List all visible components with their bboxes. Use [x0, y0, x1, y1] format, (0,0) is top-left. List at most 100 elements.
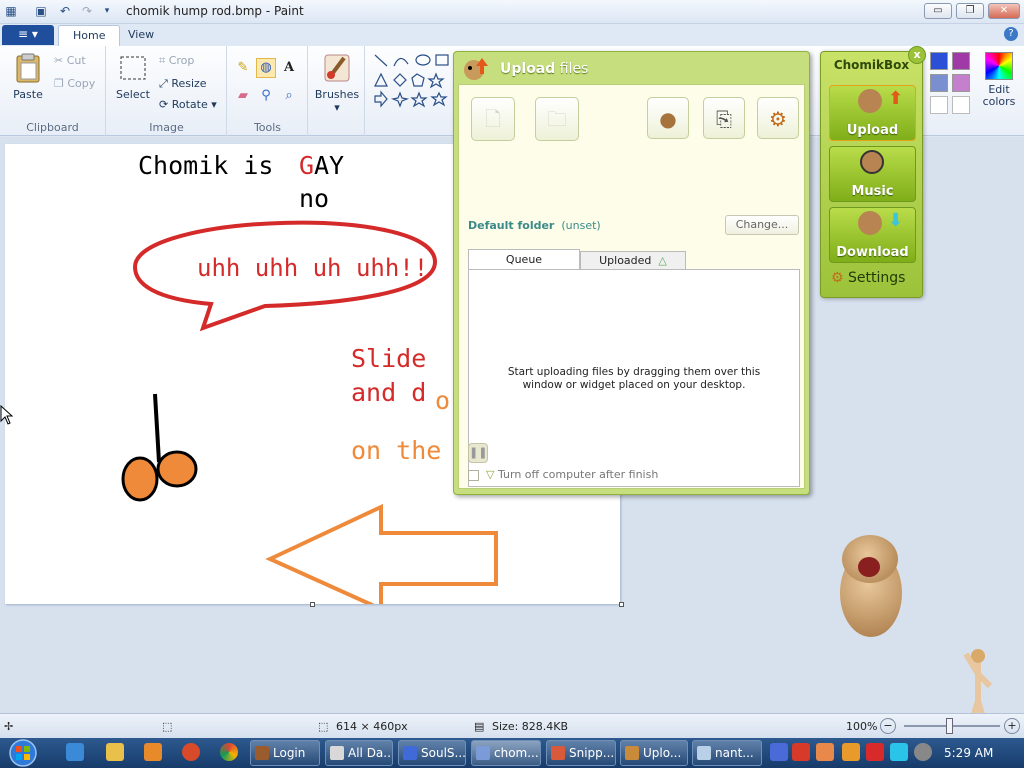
paste-label: Paste	[13, 88, 43, 101]
pause-icon: ❚❚	[469, 446, 488, 459]
help-icon[interactable]: ?	[1004, 27, 1018, 41]
notepad-icon	[697, 746, 711, 760]
app-icon[interactable]	[182, 743, 200, 761]
palette-color-3[interactable]	[930, 74, 948, 92]
crop-button[interactable]: ⌗ Crop	[159, 54, 194, 68]
window-title: chomik hump rod.bmp - Paint	[126, 4, 304, 18]
hamster-desktop-widget[interactable]	[832, 535, 908, 639]
paint-app-icon[interactable]: ▦	[2, 3, 20, 20]
explorer-icon[interactable]	[106, 743, 124, 761]
resize-button[interactable]: ⤢ Resize	[159, 77, 207, 91]
rotate-button[interactable]: ⟳ Rotate ▾	[159, 98, 217, 111]
resize-handle-corner[interactable]	[619, 602, 624, 607]
uploaded-triangle-icon: △	[658, 254, 667, 267]
tray-flag-icon[interactable]	[866, 743, 884, 761]
file-size-icon: ▤	[474, 720, 485, 733]
taskbar-login-label: Login	[273, 746, 306, 760]
color-picker-icon[interactable]: ⚲	[256, 86, 276, 106]
tray-icon-2[interactable]	[792, 743, 810, 761]
chomikbox-panel: x ChomikBox ⬆ Upload Music ⬇ Download ⚙ …	[820, 46, 926, 298]
taskbar-soulseek[interactable]: SoulS...	[398, 740, 466, 766]
upload-hamster-icon	[464, 58, 488, 80]
tray-icon-1[interactable]	[770, 743, 788, 761]
restore-button[interactable]: ❐	[956, 3, 984, 19]
stick-line	[153, 393, 161, 463]
customize-quick-access-icon[interactable]: ▾	[98, 3, 116, 20]
tab-queue[interactable]: Queue	[468, 249, 580, 270]
palette-color-6[interactable]	[952, 96, 970, 114]
tray-icon-4[interactable]	[842, 743, 860, 761]
resize-handle-bottom[interactable]	[310, 602, 315, 607]
ie-icon[interactable]	[66, 743, 84, 761]
magnifier-icon[interactable]: ⌕	[279, 86, 299, 106]
title-bar: ▦ ▣ ↶ ↷ ▾ chomik hump rod.bmp - Paint ▭ …	[0, 0, 1024, 24]
taskbar-snipping-label: Snipp...	[569, 746, 615, 760]
paste-file-button[interactable]: ⎘	[703, 97, 745, 139]
chrome-icon[interactable]	[220, 743, 238, 761]
upload-settings-button[interactable]: ⚙	[757, 97, 799, 139]
cut-button[interactable]: ✂ Cut	[54, 54, 86, 67]
add-folder-button[interactable]: 🗀	[535, 97, 579, 141]
undo-icon[interactable]: ↶	[56, 3, 74, 20]
pencil-icon[interactable]: ✎	[233, 58, 253, 78]
tools-group-label: Tools	[253, 121, 282, 134]
chomikbox-music-button[interactable]: Music	[829, 146, 916, 202]
media-player-icon[interactable]	[144, 743, 162, 761]
tab-uploaded-label: Uploaded	[599, 254, 652, 267]
tab-view[interactable]: View	[114, 25, 168, 46]
turn-off-label: Turn off computer after finish	[497, 468, 659, 481]
redo-icon[interactable]: ↷	[78, 3, 96, 20]
taskbar-clock[interactable]: 5:29 AM	[944, 746, 993, 760]
tray-network-icon[interactable]	[890, 743, 908, 761]
zoom-in-button[interactable]: +	[1004, 718, 1020, 734]
pause-button[interactable]: ❚❚	[468, 443, 488, 463]
add-file-button[interactable]: 🗋	[471, 97, 515, 141]
tray-volume-icon[interactable]	[914, 743, 932, 761]
rotate-label: Rotate	[171, 98, 208, 111]
brushes-button[interactable]: Brushes ▾	[313, 52, 361, 114]
shapes-gallery[interactable]	[372, 52, 456, 112]
copy-button[interactable]: ❐ Copy	[54, 77, 95, 90]
start-button[interactable]	[3, 738, 43, 768]
rotate-icon: ⟳	[159, 98, 169, 111]
tab-home[interactable]: Home	[58, 25, 121, 46]
zoom-level: 100%	[846, 720, 878, 733]
palette-color-1[interactable]	[930, 52, 948, 70]
taskbar-login[interactable]: Login	[250, 740, 320, 766]
minimize-button[interactable]: ▭	[924, 3, 952, 19]
resize-icon: ⤢	[159, 77, 168, 90]
turn-off-checkbox[interactable]	[468, 470, 479, 481]
eraser-icon[interactable]: ▰	[233, 86, 253, 106]
palette-color-2[interactable]	[952, 52, 970, 70]
taskbar-upload[interactable]: Uplo...	[620, 740, 688, 766]
save-icon[interactable]: ▣	[32, 3, 50, 20]
chomikbox-settings-button[interactable]: ⚙ Settings	[831, 270, 905, 286]
palette-color-5[interactable]	[930, 96, 948, 114]
file-menu-button[interactable]: ≡ ▾	[2, 25, 54, 45]
queue-list[interactable]: Start uploading files by dragging them o…	[468, 269, 800, 487]
tab-uploaded[interactable]: Uploaded △	[580, 251, 686, 270]
zoom-slider-thumb[interactable]	[946, 718, 953, 734]
canvas-text-o: o	[435, 386, 451, 415]
taskbar-chomik-paint[interactable]: chom...	[471, 740, 541, 766]
tray-icon-3[interactable]	[816, 743, 834, 761]
settings-gear-icon: ⚙	[831, 270, 844, 286]
close-button[interactable]: ✕	[988, 3, 1020, 19]
file-size: Size: 828.4KB	[492, 720, 569, 733]
fill-bucket-icon[interactable]: ◍	[256, 58, 276, 78]
select-button[interactable]: Select	[113, 52, 153, 101]
zoom-out-button[interactable]: −	[880, 718, 896, 734]
chomik-account-button[interactable]: ●	[647, 97, 689, 139]
copy-label: Copy	[67, 77, 96, 90]
taskbar-notepad[interactable]: nant...	[692, 740, 762, 766]
change-folder-button[interactable]: Change...	[725, 215, 799, 235]
chomikbox-download-button[interactable]: ⬇ Download	[829, 207, 916, 263]
edit-colors-button[interactable]: Edit colors	[976, 52, 1022, 108]
text-tool-icon[interactable]: A	[279, 58, 299, 78]
paste-button[interactable]: Paste	[8, 52, 48, 101]
chomikbox-upload-button[interactable]: ⬆ Upload	[829, 85, 916, 141]
palette-color-4[interactable]	[952, 74, 970, 92]
download-arrow-icon: ⬇	[888, 210, 904, 231]
taskbar-snipping[interactable]: Snipp...	[546, 740, 616, 766]
taskbar-all-data[interactable]: All Da...	[325, 740, 393, 766]
